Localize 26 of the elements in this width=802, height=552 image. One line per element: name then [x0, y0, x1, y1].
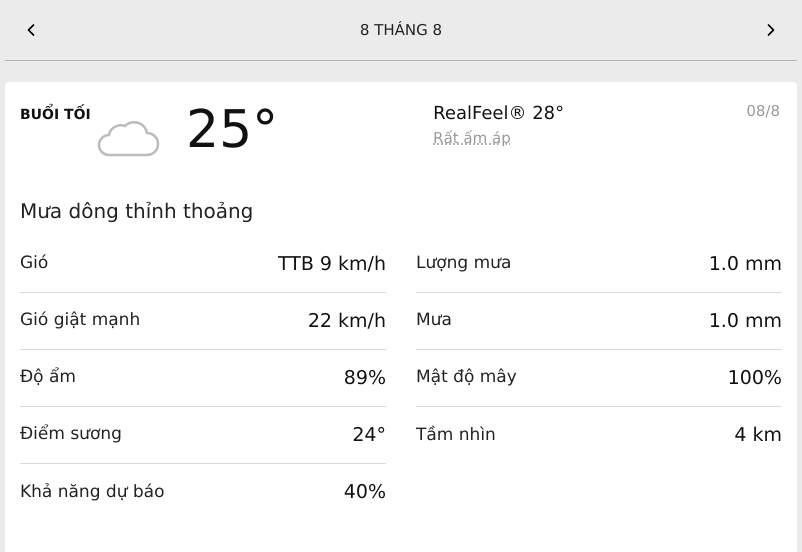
detail-label: Gió giật mạnh	[20, 309, 140, 332]
detail-value: 1.0 mm	[708, 308, 782, 334]
detail-value: 89%	[344, 366, 386, 391]
detail-label: Tầm nhìn	[416, 424, 496, 447]
detail-label: Gió	[20, 252, 48, 276]
detail-value: 22 km/h	[308, 308, 386, 334]
detail-label: Lượng mưa	[416, 252, 512, 276]
realfeel-note: Rất ấm áp	[433, 128, 512, 149]
date-title: 8 THÁNG 8	[360, 20, 442, 41]
cloud-icon	[95, 118, 161, 158]
detail-value: 1.0 mm	[708, 252, 782, 277]
date-text: 08/8	[746, 101, 780, 122]
detail-label: Mưa	[416, 309, 452, 332]
period-label: BUỔI TỐI	[20, 100, 95, 130]
temperature: 25°	[186, 102, 278, 158]
detail-label: Khả năng dự báo	[20, 480, 164, 504]
detail-value: 100%	[728, 366, 782, 391]
detail-label: Mật độ mây	[416, 366, 517, 390]
detail-label: Điểm sương	[20, 423, 122, 446]
condition-text: Mưa dông thỉnh thoảng	[20, 198, 254, 225]
realfeel-text: RealFeel® 28°	[433, 102, 564, 126]
detail-label: Độ ẩm	[20, 366, 76, 390]
detail-value: TTB 9 km/h	[278, 252, 386, 277]
detail-value: 4 km	[734, 423, 782, 448]
detail-value: 24°	[352, 422, 386, 448]
detail-value: 40%	[344, 480, 386, 506]
